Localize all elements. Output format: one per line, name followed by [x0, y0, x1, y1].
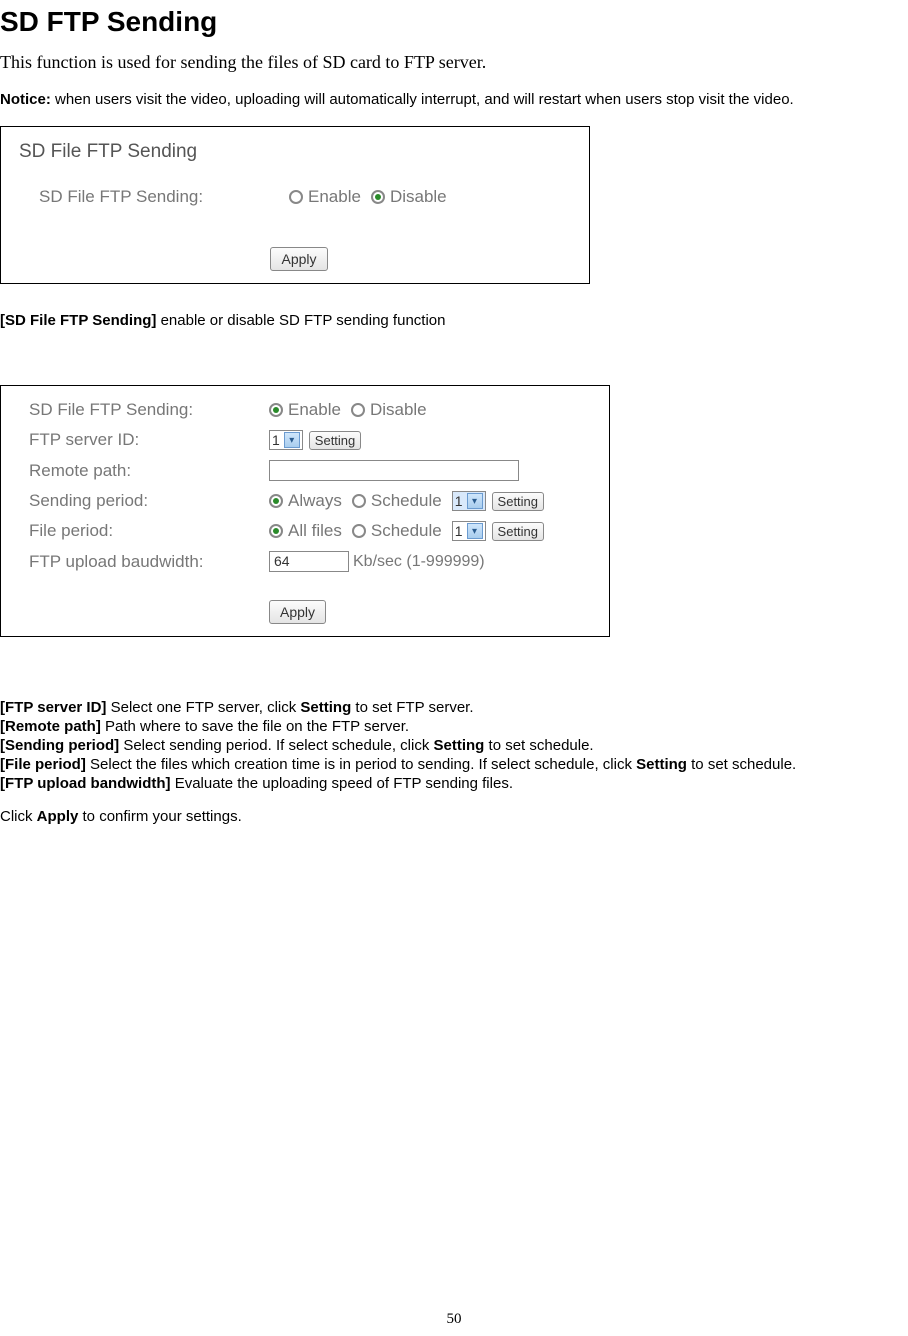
- desc-file-text-b: to set schedule.: [687, 756, 796, 773]
- desc-bw-label: [FTP upload bandwidth]: [0, 775, 171, 792]
- notice-paragraph: Notice: when users visit the video, uplo…: [0, 91, 908, 108]
- setting-button-ftp-id[interactable]: Setting: [309, 431, 361, 450]
- row-sd-ftp-sending: SD File FTP Sending: Enable Disable: [19, 187, 579, 207]
- radio-all-files-text: All files: [288, 521, 342, 541]
- desc-bw-text: Evaluate the uploading speed of FTP send…: [171, 775, 513, 792]
- chevron-down-icon: ▾: [467, 523, 483, 539]
- desc-sending-text-a: Select sending period. If select schedul…: [119, 737, 433, 754]
- notice-text: when users visit the video, uploading wi…: [51, 91, 794, 108]
- description-block: [FTP server ID] Select one FTP server, c…: [0, 699, 908, 825]
- radio-disable-text-2: Disable: [370, 400, 427, 420]
- row-ftp-server-id: FTP server ID: 1 ▾ Setting: [19, 430, 599, 450]
- row-sd-ftp-sending-2: SD File FTP Sending: Enable Disable: [19, 400, 599, 420]
- panel-title: SD File FTP Sending: [19, 141, 579, 163]
- row-file-period: File period: All files Schedule 1 ▾ Sett…: [19, 521, 599, 541]
- desc-file-bold: Setting: [636, 756, 687, 773]
- desc-ftp-id-label: [FTP server ID]: [0, 699, 106, 716]
- desc-ftp-id-text-a: Select one FTP server, click: [106, 699, 300, 716]
- setting-button-sending[interactable]: Setting: [492, 492, 544, 511]
- desc-remote-text: Path where to save the file on the FTP s…: [101, 718, 409, 735]
- radio-schedule-file[interactable]: [352, 524, 366, 538]
- row-sending-period: Sending period: Always Schedule 1 ▾ Sett…: [19, 491, 599, 511]
- radio-disable-2[interactable]: [351, 403, 365, 417]
- select-file-schedule[interactable]: 1 ▾: [452, 521, 486, 541]
- select-value: 1: [272, 432, 280, 448]
- label-ftp-server-id: FTP server ID:: [19, 430, 269, 450]
- notice-label: Notice:: [0, 91, 51, 108]
- radio-schedule-file-text: Schedule: [371, 521, 442, 541]
- page-number: 50: [0, 1311, 908, 1328]
- input-remote-path[interactable]: [269, 460, 519, 481]
- label-sd-ftp-sending: SD File FTP Sending:: [19, 187, 289, 207]
- desc-apply-bold: Apply: [37, 808, 79, 825]
- apply-button-2[interactable]: Apply: [269, 600, 326, 624]
- select-sending-schedule[interactable]: 1 ▾: [452, 491, 486, 511]
- chevron-down-icon: ▾: [284, 432, 300, 448]
- desc-sending-bold: Setting: [434, 737, 485, 754]
- desc-ftp-id-text-b: to set FTP server.: [351, 699, 473, 716]
- radio-all-files[interactable]: [269, 524, 283, 538]
- row-remote-path: Remote path:: [19, 460, 599, 481]
- figure-sd-ftp-enable: SD File FTP Sending: Enable Disable FTP …: [0, 385, 610, 637]
- radio-schedule-sending[interactable]: [352, 494, 366, 508]
- radio-disable-text: Disable: [390, 187, 447, 207]
- input-ftp-bandwidth[interactable]: 64: [269, 551, 349, 572]
- mid-description: [SD File FTP Sending] enable or disable …: [0, 312, 908, 329]
- desc-sending-label: [Sending period]: [0, 737, 119, 754]
- page-title: SD FTP Sending: [0, 6, 908, 38]
- select-value: 1: [455, 523, 463, 539]
- radio-disable[interactable]: [371, 190, 385, 204]
- desc-remote-label: [Remote path]: [0, 718, 101, 735]
- desc-apply-text-a: Click: [0, 808, 37, 825]
- label-remote-path: Remote path:: [19, 461, 269, 481]
- desc-sending-text-b: to set schedule.: [484, 737, 593, 754]
- label-sd-ftp-sending-2: SD File FTP Sending:: [19, 400, 269, 420]
- apply-button[interactable]: Apply: [270, 247, 327, 271]
- row-ftp-bandwidth: FTP upload baudwidth: 64 Kb/sec (1-99999…: [19, 551, 599, 572]
- radio-enable[interactable]: [289, 190, 303, 204]
- desc-file-label: [File period]: [0, 756, 86, 773]
- label-ftp-bandwidth: FTP upload baudwidth:: [19, 552, 269, 572]
- radio-always-text: Always: [288, 491, 342, 511]
- select-value: 1: [455, 493, 463, 509]
- radio-schedule-sending-text: Schedule: [371, 491, 442, 511]
- select-ftp-server-id[interactable]: 1 ▾: [269, 430, 303, 450]
- mid-text: enable or disable SD FTP sending functio…: [156, 312, 445, 329]
- hint-bandwidth: Kb/sec (1-999999): [353, 553, 485, 571]
- figure-sd-ftp-disable: SD File FTP Sending SD File FTP Sending:…: [0, 126, 590, 284]
- radio-enable-2[interactable]: [269, 403, 283, 417]
- setting-button-file[interactable]: Setting: [492, 522, 544, 541]
- label-sending-period: Sending period:: [19, 491, 269, 511]
- intro-text: This function is used for sending the fi…: [0, 52, 908, 73]
- desc-file-text-a: Select the files which creation time is …: [86, 756, 636, 773]
- desc-ftp-id-bold: Setting: [300, 699, 351, 716]
- label-file-period: File period:: [19, 521, 269, 541]
- mid-label: [SD File FTP Sending]: [0, 312, 156, 329]
- desc-apply-text-b: to confirm your settings.: [78, 808, 241, 825]
- radio-enable-text: Enable: [308, 187, 361, 207]
- radio-enable-text-2: Enable: [288, 400, 341, 420]
- chevron-down-icon: ▾: [467, 493, 483, 509]
- radio-always[interactable]: [269, 494, 283, 508]
